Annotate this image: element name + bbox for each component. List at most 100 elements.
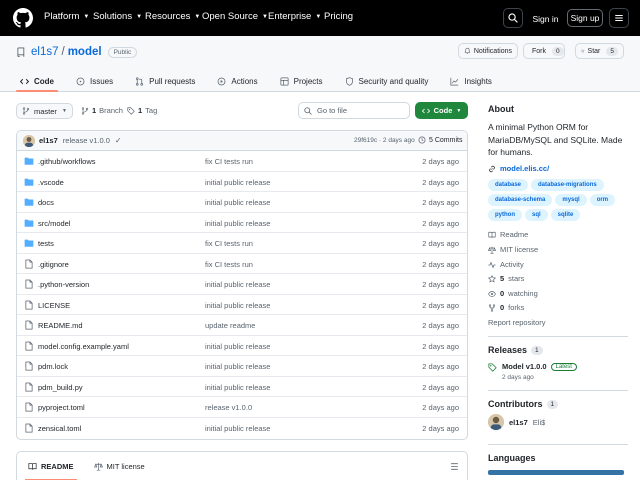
file-name-link[interactable]: pyproject.toml [38, 403, 85, 412]
commit-message-link[interactable]: release v1.0.0 [63, 136, 110, 145]
topic-tag[interactable]: database-migrations [531, 179, 604, 191]
file-name-link[interactable]: model.config.example.yaml [38, 342, 129, 351]
nav-open-source[interactable]: Open Source ▼ [202, 11, 268, 22]
file-name-link[interactable]: docs [38, 198, 54, 207]
file-commit-message-link[interactable]: initial public release [205, 424, 270, 433]
tab-security[interactable]: Security and quality [341, 70, 433, 92]
file-commit-message-link[interactable]: fix CI tests run [205, 157, 253, 166]
topic-tag[interactable]: database [488, 179, 529, 191]
table-row[interactable]: pyproject.toml release v1.0.0 2 days ago [17, 397, 467, 418]
table-row[interactable]: docs initial public release 2 days ago [17, 192, 467, 213]
releases-heading[interactable]: Releases 1 [488, 345, 543, 355]
list-icon[interactable] [450, 462, 459, 471]
topic-tag[interactable]: python [488, 209, 522, 221]
table-row[interactable]: tests fix CI tests run 2 days ago [17, 233, 467, 254]
table-row[interactable]: pdm.lock initial public release 2 days ago [17, 356, 467, 377]
code-button[interactable]: Code ▼ [415, 102, 468, 119]
activity-link[interactable]: Activity [488, 260, 524, 269]
topic-tag[interactable]: database-schema [488, 194, 553, 206]
nav-enterprise[interactable]: Enterprise ▼ [268, 11, 321, 22]
latest-release[interactable]: Model v1.0.0 Latest 2 days ago [488, 362, 577, 381]
homepage-link[interactable]: model.elis.cc/ [488, 164, 549, 173]
file-name-link[interactable]: README.md [38, 321, 83, 330]
nav-platform[interactable]: Platform ▼ [44, 11, 89, 22]
table-row[interactable]: zensical.toml initial public release 2 day… [17, 418, 467, 439]
readme-link[interactable]: Readme [488, 230, 528, 239]
tab-insights[interactable]: Insights [446, 70, 496, 92]
file-commit-message-link[interactable]: initial public release [205, 342, 270, 351]
tab-projects[interactable]: Projects [276, 70, 327, 92]
file-name-link[interactable]: pdm.lock [38, 362, 68, 371]
file-name-link[interactable]: .github/workflows [38, 157, 96, 166]
file-name-link[interactable]: src/model [38, 219, 71, 228]
commits-link[interactable]: 5 Commits [418, 136, 462, 144]
file-commit-message-link[interactable]: initial public release [205, 178, 270, 187]
stars-link[interactable]: 5 stars [488, 274, 524, 283]
sign-in-link[interactable]: Sign in [529, 11, 562, 26]
table-row[interactable]: src/model initial public release 2 days ag… [17, 213, 467, 233]
file-name-link[interactable]: .vscode [38, 178, 64, 187]
file-name-link[interactable]: .gitignore [38, 260, 69, 269]
topic-tag[interactable]: sqlite [550, 209, 581, 221]
file-name-link[interactable]: .python-version [38, 280, 89, 289]
file-name-link[interactable]: tests [38, 239, 54, 248]
file-commit-message-link[interactable]: update readme [205, 321, 255, 330]
github-logo-icon[interactable] [13, 8, 33, 28]
contributor-item[interactable]: el1s7 Eli$ [488, 414, 545, 430]
fork-button[interactable]: Fork 0 [523, 43, 565, 59]
file-commit-message-link[interactable]: initial public release [205, 198, 270, 207]
contributors-heading[interactable]: Contributors 1 [488, 399, 559, 409]
topic-tag[interactable]: mysql [555, 194, 587, 206]
file-commit-message-link[interactable]: release v1.0.0 [205, 403, 252, 412]
tags-link[interactable]: 1 Tag [127, 106, 157, 115]
nav-pricing[interactable]: Pricing [324, 11, 353, 22]
table-row[interactable]: pdm_build.py initial public release 2 days… [17, 377, 467, 397]
repo-owner-link[interactable]: el1s7 [31, 46, 59, 58]
table-row[interactable]: .vscode initial public release 2 days ago [17, 172, 467, 192]
license-link[interactable]: MIT license [488, 245, 538, 254]
nav-pricing-label: Pricing [324, 11, 354, 22]
tab-code[interactable]: Code [16, 70, 58, 92]
file-commit-message-link[interactable]: initial public release [205, 219, 270, 228]
sign-up-button[interactable]: Sign up [567, 9, 603, 27]
file-commit-message-link[interactable]: fix CI tests run [205, 239, 253, 248]
repo-name-link[interactable]: model [68, 46, 102, 58]
table-row[interactable]: model.config.example.yaml initial public … [17, 336, 467, 356]
notifications-button[interactable]: Notifications [458, 43, 518, 59]
table-row[interactable]: README.md update readme 2 days ago [17, 315, 467, 336]
table-row[interactable]: .python-version initial public release 2 d… [17, 274, 467, 295]
topic-tag[interactable]: sql [525, 209, 548, 221]
commit-hash-time[interactable]: 29f619c · 2 days ago [354, 137, 415, 144]
tab-license[interactable]: MIT license [91, 452, 148, 480]
tab-readme[interactable]: README [25, 452, 77, 480]
watchers-link[interactable]: 0 watching [488, 289, 538, 298]
table-row[interactable]: .gitignore fix CI tests run 2 days ago [17, 254, 467, 274]
file-name-link[interactable]: zensical.toml [38, 424, 81, 433]
file-commit-message-link[interactable]: initial public release [205, 280, 270, 289]
commit-author-link[interactable]: el1s7 [39, 136, 58, 145]
forks-link[interactable]: 0 forks [488, 303, 524, 312]
table-row[interactable]: .github/workflows fix CI tests run 2 days … [17, 151, 467, 172]
file-commit-message-link[interactable]: initial public release [205, 301, 270, 310]
menu-button[interactable] [609, 8, 629, 28]
file-name-link[interactable]: pdm_build.py [38, 383, 83, 392]
branch-selector[interactable]: master ▼ [16, 103, 73, 119]
file-name-link[interactable]: LICENSE [38, 301, 70, 310]
avatar[interactable] [23, 134, 35, 147]
tab-pull-requests[interactable]: Pull requests [131, 70, 199, 92]
star-button[interactable]: Star 5 [575, 43, 624, 59]
branches-link[interactable]: 1 Branch [81, 106, 123, 115]
tab-issues[interactable]: Issues [72, 70, 117, 92]
topic-tag[interactable]: orm [589, 194, 616, 206]
file-commit-message-link[interactable]: fix CI tests run [205, 260, 253, 269]
file-commit-message-link[interactable]: initial public release [205, 362, 270, 371]
tab-actions[interactable]: Actions [213, 70, 261, 92]
nav-solutions[interactable]: Solutions ▼ [93, 11, 142, 22]
search-button[interactable] [503, 8, 523, 28]
nav-resources[interactable]: Resources ▼ [145, 11, 200, 22]
report-repository-link[interactable]: Report repository [488, 318, 546, 327]
file-commit-message-link[interactable]: initial public release [205, 383, 270, 392]
graph-icon [450, 77, 459, 86]
table-row[interactable]: LICENSE initial public release 2 days ago [17, 295, 467, 315]
go-to-file-input[interactable]: Go to file [298, 102, 410, 119]
